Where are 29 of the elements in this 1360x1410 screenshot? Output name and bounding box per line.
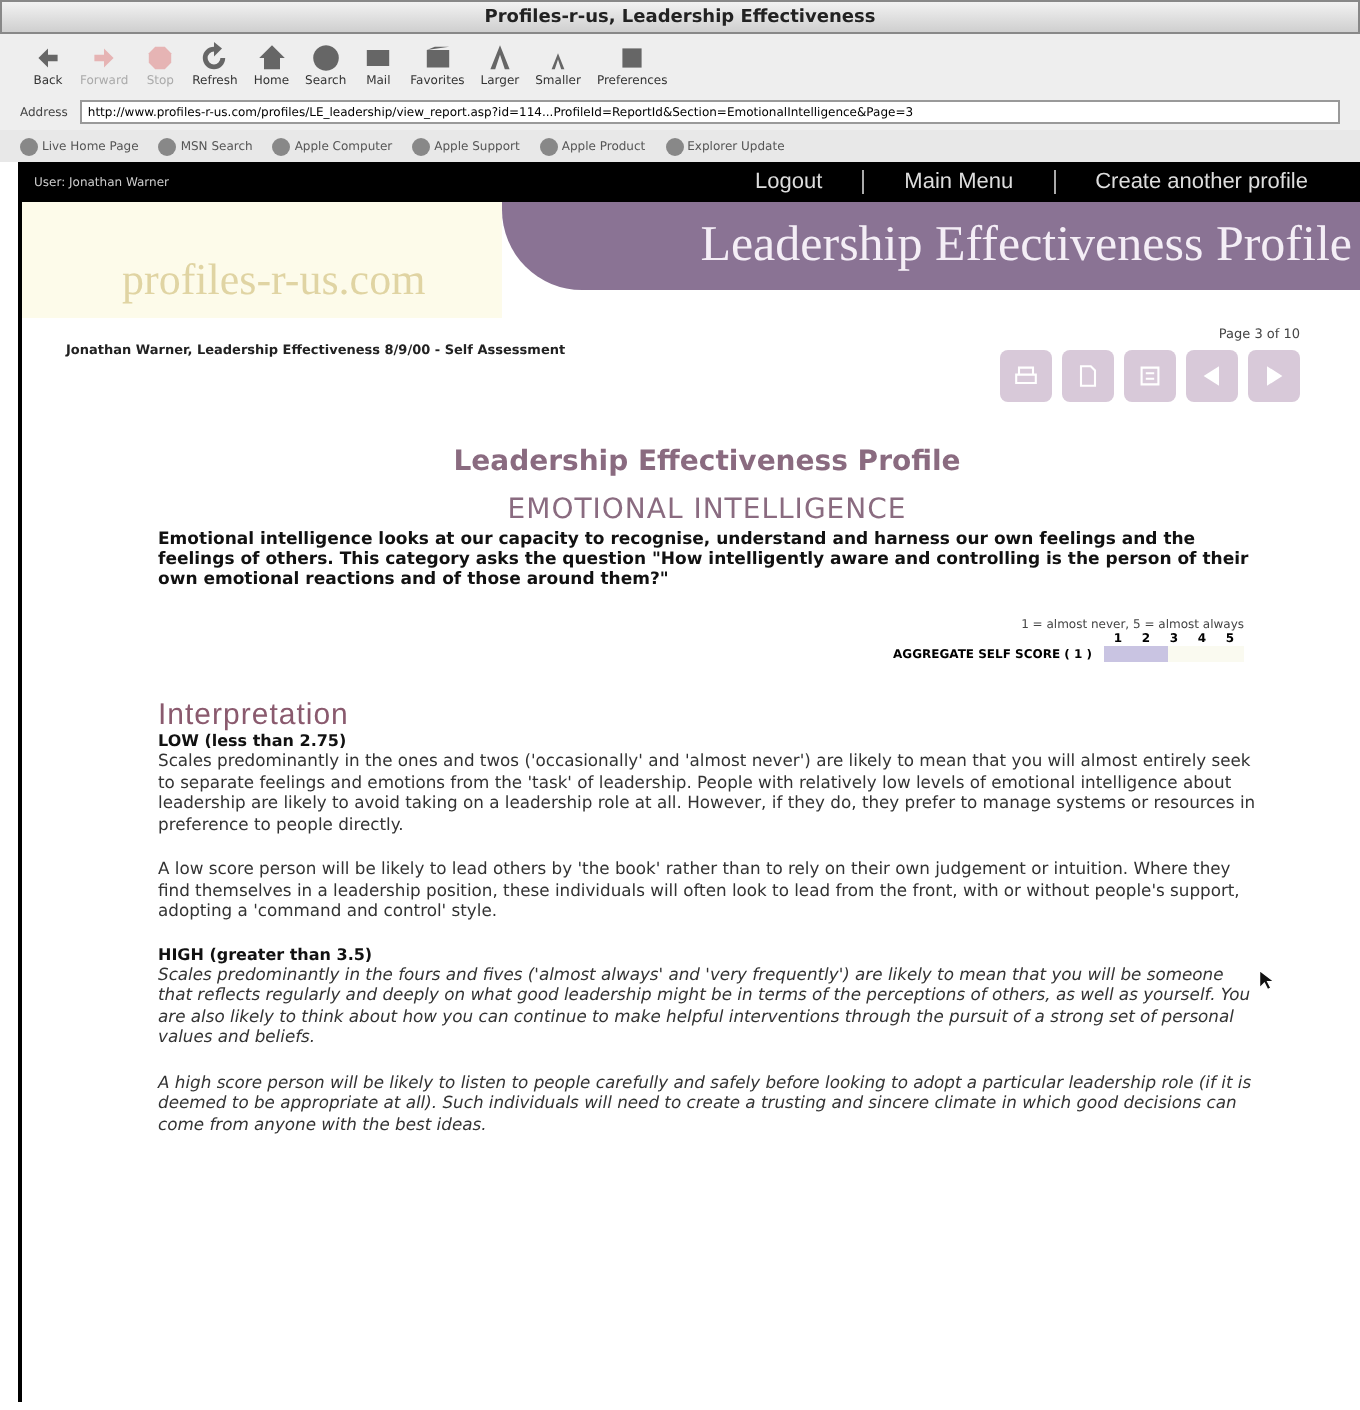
document-icon bbox=[1074, 362, 1102, 390]
interpretation-paragraph: A low score person will be likely to lead others by 'the book' rather than to rely on their own judgement or intuition. Where they find themselves in a leadership position, these individuals will often look to lead from the front, with or without people's support, adopting a 'command and control' style. bbox=[158, 858, 1242, 921]
category-heading: EMOTIONAL INTELLIGENCE bbox=[505, 494, 909, 526]
folder-icon bbox=[421, 41, 454, 73]
document-button[interactable] bbox=[1062, 350, 1114, 402]
interpretation-heading: Interpretation bbox=[158, 698, 351, 732]
window-title: Profiles-r-us, Leadership Effectiveness bbox=[484, 7, 876, 27]
nav-link[interactable]: Main Menu bbox=[864, 170, 1054, 194]
banner-title: Leadership Effectiveness Profile bbox=[700, 218, 1352, 274]
mouse-pointer-icon bbox=[1258, 968, 1274, 992]
profile-heading: Leadership Effectiveness Profile bbox=[451, 446, 963, 478]
intro-paragraph: Emotional intelligence looks at our capacity to recognise, understand and harness our own feelings and the feelings of others. This category asks the question "How intelligently aware and controlling is the person of their own emotional reactions and of those around them?" bbox=[158, 530, 1251, 590]
stop-icon bbox=[144, 41, 177, 73]
section-heading: HIGH (greater than 3.5) bbox=[158, 945, 375, 963]
next-button[interactable] bbox=[1248, 350, 1300, 402]
nav-link[interactable]: Logout bbox=[715, 170, 863, 194]
site-logo: profiles-r-us.com bbox=[122, 254, 426, 306]
home-icon bbox=[255, 41, 288, 73]
list-icon bbox=[1136, 362, 1164, 390]
contents-button[interactable] bbox=[1124, 350, 1176, 402]
printer-icon bbox=[1012, 362, 1040, 390]
interpretation-paragraph: Scales predominantly in the fours and fives ('almost always' and 'very frequently') are likely to mean that you will be someone that reflects regularly and deeply on what good leadership might be in terms of the perceptions of others, as well as yourself. You are also likely to think about how you can continue to make helpful interventions through the pursuit of a strong set of personal values and beliefs. bbox=[158, 963, 1253, 1047]
nav-link[interactable]: Create another profile bbox=[1055, 170, 1348, 194]
print-button[interactable] bbox=[1000, 350, 1052, 402]
interpretation-paragraph: A high score person will be likely to listen to people carefully and safely before looking to adopt a particular leadership role (if it is deemed to be appropriate at all). Such individuals will need to create a trusting and sincere climate in which good decisions can come from anyone with the best ideas. bbox=[158, 1071, 1254, 1134]
section-heading: LOW (less than 2.75) bbox=[158, 732, 349, 750]
interpretation-paragraph: Scales predominantly in the ones and twos ('occasionally' and 'almost never') are likely to mean that you will almost entirely seek to separate feelings and emotions from the 'task' of leadership. People with relatively low levels of emotional intelligence about leadership are likely to avoid taking on a leadership role at all. However, if they do, they prefer to manage systems or resources in preference to people directly. bbox=[158, 750, 1256, 834]
previous-button[interactable] bbox=[1186, 350, 1238, 402]
refresh-icon bbox=[198, 41, 231, 73]
